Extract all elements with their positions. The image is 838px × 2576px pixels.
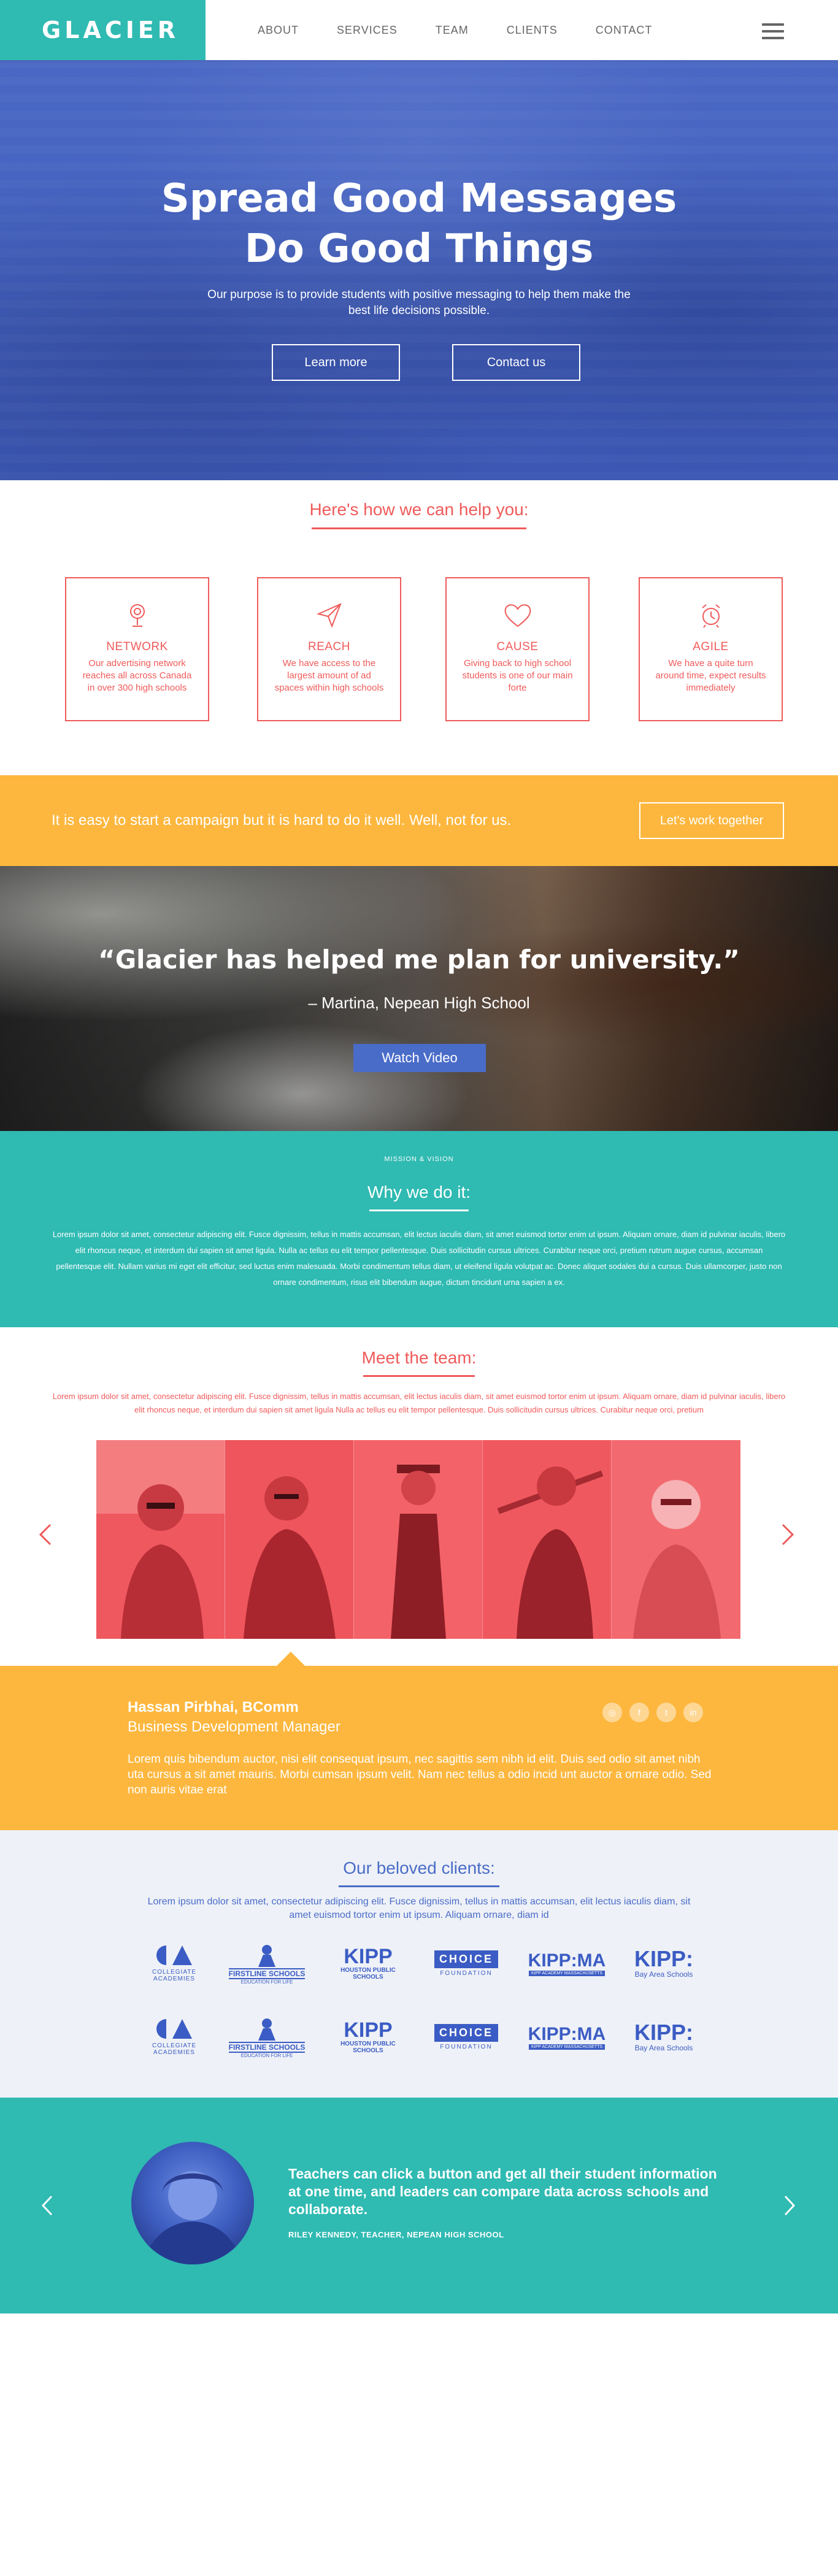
why-kicker: MISSION & VISION (384, 1156, 454, 1163)
help-card-title: CAUSE (496, 640, 539, 653)
nav-link-services[interactable]: SERVICES (337, 24, 398, 37)
nav-link-clients[interactable]: CLIENTS (507, 24, 558, 37)
client-logo-collegiate[interactable]: COLLEGIATE ACADEMIES (131, 2014, 217, 2060)
testimonial-prev-arrow[interactable] (40, 2193, 54, 2223)
avatar (131, 2142, 254, 2264)
hero-section: Spread Good Messages Do Good Things Our … (0, 60, 838, 480)
contact-us-button[interactable]: Contact us (452, 344, 580, 381)
help-card-reach[interactable]: REACH We have access to the largest amou… (257, 577, 401, 721)
team-member-photo[interactable] (612, 1440, 740, 1639)
top-navigation: GLACIER ABOUT SERVICES TEAM CLIENTS CONT… (0, 0, 838, 60)
client-logo-collegiate[interactable]: COLLEGIATE ACADEMIES (131, 1941, 217, 1986)
teacher-author: RILEY KENNEDY, TEACHER, NEPEAN HIGH SCHO… (288, 2230, 504, 2239)
nav-link-contact[interactable]: CONTACT (596, 24, 653, 37)
client-logo-firstline[interactable]: FIRSTLINE SCHOOLS EDUCATION FOR LIFE (224, 1941, 310, 1986)
alarm-clock-icon (701, 604, 720, 628)
paper-plane-icon (316, 603, 342, 628)
team-prev-arrow[interactable] (38, 1522, 53, 1552)
teacher-testimonial-section: Teachers can click a button and get all … (0, 2098, 838, 2313)
client-logo-kipp-ma[interactable]: KIPP:MA KIPP ACADEMY MASSACHUSETTS (524, 2014, 610, 2060)
why-text: Lorem ipsum dolor sit amet, consectetur … (52, 1230, 786, 1287)
chevron-right-icon[interactable] (780, 1522, 795, 1547)
work-together-button[interactable]: Let's work together (639, 802, 784, 839)
campaign-text: It is easy to start a campaign but it is… (52, 812, 512, 829)
client-logo-kipp-houston[interactable]: KIPP HOUSTON PUBLIC SCHOOLS (325, 1941, 411, 1986)
team-member-4-image (483, 1440, 611, 1639)
team-member-photo[interactable] (96, 1440, 225, 1639)
heart-icon (504, 604, 531, 627)
clients-title-underline (339, 1885, 499, 1887)
instagram-icon[interactable]: ◎ (602, 1703, 622, 1722)
client-logo-kipp-houston[interactable]: KIPP HOUSTON PUBLIC SCHOOLS (325, 2014, 411, 2060)
clients-section: Our beloved clients: Lorem ipsum dolor s… (0, 1830, 838, 2098)
team-member-profile: Hassan Pirbhai, BComm Business Developme… (0, 1666, 838, 1830)
chevron-left-icon[interactable] (38, 1522, 53, 1547)
team-title-underline (363, 1375, 475, 1377)
linkedin-icon[interactable]: in (683, 1703, 703, 1722)
help-card-text: We have a quite turn around time, expect… (655, 658, 766, 693)
client-logo-choice[interactable]: CHOICE FOUNDATION (423, 2014, 509, 2060)
client-logo-kipp-bay-area[interactable]: KIPP: Bay Area Schools (621, 2014, 707, 2060)
teacher-quote: Teachers can click a button and get all … (288, 2166, 717, 2217)
team-member-photo[interactable] (354, 1440, 483, 1639)
profile-role: Business Development Manager (128, 1719, 340, 1735)
help-card-text: Our advertising network reaches all acro… (82, 658, 192, 693)
team-member-photo[interactable] (483, 1440, 612, 1639)
clients-text: Lorem ipsum dolor sit amet, consectetur … (147, 1896, 691, 1920)
nav-link-about[interactable]: ABOUT (258, 24, 299, 37)
team-member-2-image (225, 1440, 353, 1639)
learn-more-button[interactable]: Learn more (272, 344, 400, 381)
profile-name: Hassan Pirbhai, BComm (128, 1699, 299, 1715)
team-next-arrow[interactable] (780, 1522, 795, 1552)
team-member-5-image (612, 1440, 740, 1639)
team-member-3-image (354, 1440, 482, 1639)
chevron-left-icon[interactable] (40, 2194, 54, 2217)
team-member-1-image (96, 1440, 225, 1639)
help-card-agile[interactable]: AGILE We have a quite turn around time, … (639, 577, 783, 721)
team-text: Lorem ipsum dolor sit amet, consectetur … (52, 1392, 786, 1414)
profile-bio: Lorem quis bibendum auctor, nisi elit co… (128, 1753, 712, 1796)
profile-pointer (276, 1652, 306, 1666)
client-logo-kipp-ma[interactable]: KIPP:MA KIPP ACADEMY MASSACHUSETTS (524, 1941, 610, 1986)
testimonial-author: – Martina, Nepean High School (308, 994, 530, 1012)
help-card-title: REACH (307, 640, 350, 653)
hero-title: Spread Good Messages Do Good Things (0, 174, 838, 274)
nav-link-team[interactable]: TEAM (436, 24, 469, 37)
team-title: Meet the team: (361, 1348, 477, 1367)
why-title: Why we do it: (367, 1183, 471, 1202)
help-card-network[interactable]: NETWORK Our advertising network reaches … (65, 577, 209, 721)
watch-video-button[interactable]: Watch Video (353, 1044, 486, 1072)
client-logo-choice[interactable]: CHOICE FOUNDATION (423, 1941, 509, 1986)
help-card-title: NETWORK (106, 640, 168, 653)
facebook-icon[interactable]: f (629, 1703, 649, 1722)
why-section: MISSION & VISION Why we do it: Lorem ips… (0, 1131, 838, 1327)
hero-title-line1: Spread Good Messages (161, 176, 677, 221)
help-section-title: Here's how we can help you: (309, 500, 529, 519)
why-title-underline (369, 1209, 469, 1211)
hamburger-icon[interactable] (762, 23, 784, 39)
hero-title-line2: Do Good Things (244, 226, 594, 272)
campaign-banner: It is easy to start a campaign but it is… (0, 775, 838, 866)
logo-container[interactable]: GLACIER (0, 0, 206, 60)
help-title-underline (312, 527, 526, 529)
help-card-title: AGILE (693, 640, 729, 653)
client-logo-firstline[interactable]: FIRSTLINE SCHOOLS EDUCATION FOR LIFE (224, 2014, 310, 2060)
team-member-photo[interactable] (225, 1440, 354, 1639)
team-photo-strip (96, 1440, 740, 1639)
hero-subtitle: Our purpose is to provide students with … (207, 288, 631, 317)
help-card-cause[interactable]: CAUSE Giving back to high school student… (445, 577, 590, 721)
logo[interactable]: GLACIER (42, 17, 179, 44)
testimonial-next-arrow[interactable] (783, 2193, 796, 2223)
testimonial-section: “Glacier has helped me plan for universi… (0, 866, 838, 1131)
chevron-right-icon[interactable] (783, 2194, 796, 2217)
clients-title: Our beloved clients: (343, 1858, 495, 1877)
twitter-icon[interactable]: t (656, 1703, 676, 1722)
help-card-text: We have access to the largest amount of … (274, 658, 384, 693)
client-logo-kipp-bay-area[interactable]: KIPP: Bay Area Schools (621, 1941, 707, 1986)
microphone-icon (129, 604, 145, 627)
testimonial-quote: “Glacier has helped me plan for universi… (98, 945, 740, 975)
help-card-text: Giving back to high school students is o… (462, 658, 573, 693)
nav-links: ABOUT SERVICES TEAM CLIENTS CONTACT (258, 0, 690, 60)
